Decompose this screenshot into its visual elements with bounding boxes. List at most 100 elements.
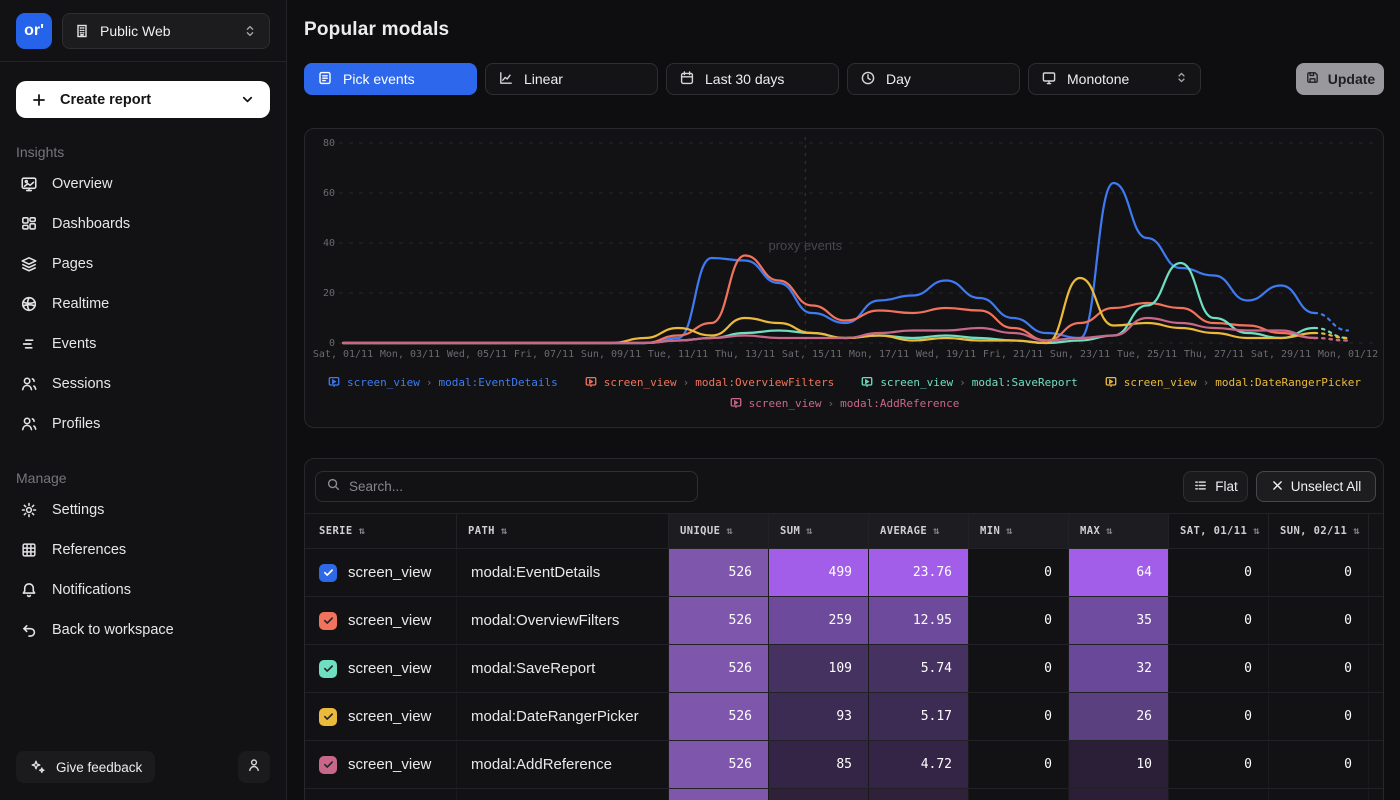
row-checkbox[interactable] <box>319 756 337 774</box>
column-header-min[interactable]: MIN⇅ <box>968 514 1068 548</box>
sun-cell: 0 <box>1268 597 1368 644</box>
sidebar-item-label: Sessions <box>52 376 111 392</box>
svg-text:proxy events: proxy events <box>768 238 842 253</box>
granularity-label: Day <box>886 71 911 87</box>
chevron-right-icon: › <box>426 376 433 389</box>
legend-event-label: screen_view <box>880 376 953 389</box>
search-box <box>315 471 698 502</box>
sidebar-item-label: Profiles <box>52 416 100 432</box>
section-title-insights: Insights <box>0 144 286 160</box>
sidebar-item-events[interactable]: Events <box>0 324 286 364</box>
column-header-sliver <box>1368 514 1384 548</box>
update-button[interactable]: Update <box>1296 63 1384 95</box>
gear-icon <box>20 501 38 519</box>
unselect-all-button[interactable]: Unselect All <box>1256 471 1376 502</box>
min-cell: 0 <box>968 549 1068 596</box>
column-header-max[interactable]: MAX⇅ <box>1068 514 1168 548</box>
sidebar-item-pages[interactable]: Pages <box>0 244 286 284</box>
column-header-sun-0211[interactable]: SUN, 02/11⇅ <box>1268 514 1368 548</box>
sidebar-item-realtime[interactable]: Realtime <box>0 284 286 324</box>
path-label: modal:SaveReport <box>471 660 595 677</box>
svg-text:Sat, 29/11: Sat, 29/11 <box>1251 349 1311 360</box>
svg-text:Wed, 19/11: Wed, 19/11 <box>916 349 976 360</box>
sidebar-item-back-to-workspace[interactable]: Back to workspace <box>0 610 286 650</box>
row-checkbox[interactable] <box>319 612 337 630</box>
interpolation-select[interactable]: Monotone <box>1028 63 1201 95</box>
chevron-updown-icon <box>1175 71 1188 87</box>
sidebar-item-references[interactable]: References <box>0 530 286 570</box>
users-icon <box>20 375 38 393</box>
sum-cell: 93 <box>768 693 868 740</box>
sidebar-item-sessions[interactable]: Sessions <box>0 364 286 404</box>
legend-item-date-ranger-picker[interactable]: screen_view›modal:DateRangerPicker <box>1104 375 1361 389</box>
screen-icon <box>729 396 743 410</box>
table-row[interactable]: screen_view modal:OverviewFilters 526 25… <box>305 597 1383 645</box>
svg-text:Mon, 01/12: Mon, 01/12 <box>1318 349 1378 360</box>
create-report-button[interactable]: Create report <box>16 81 270 118</box>
sat-cell: 0 <box>1168 741 1268 788</box>
column-header-path[interactable]: PATH⇅ <box>456 514 668 548</box>
row-checkbox[interactable] <box>319 708 337 726</box>
clock-icon <box>860 70 876 89</box>
table-row-partial <box>305 789 1383 800</box>
sidebar-item-label: Overview <box>52 176 112 192</box>
sun-cell: 0 <box>1268 549 1368 596</box>
column-header-unique[interactable]: UNIQUE⇅ <box>668 514 768 548</box>
unselect-all-label: Unselect All <box>1291 479 1362 494</box>
svg-text:Tue, 11/11: Tue, 11/11 <box>648 349 708 360</box>
section-title-manage: Manage <box>0 470 286 486</box>
granularity-select[interactable]: Day <box>847 63 1020 95</box>
user-menu-button[interactable] <box>238 751 270 783</box>
legend-modal-label: modal:EventDetails <box>439 376 558 389</box>
column-header-sat-0111[interactable]: SAT, 01/11⇅ <box>1168 514 1268 548</box>
sat-cell: 0 <box>1168 597 1268 644</box>
search-icon <box>326 477 341 497</box>
metrics-table-panel: Flat Unselect All SERIE⇅ PATH⇅ UNIQUE⇅ S… <box>304 458 1384 800</box>
events-icon <box>20 335 38 353</box>
give-feedback-button[interactable]: Give feedback <box>16 751 155 783</box>
svg-text:40: 40 <box>323 238 335 249</box>
sidebar-item-overview[interactable]: Overview <box>0 164 286 204</box>
average-cell: 5.17 <box>868 693 968 740</box>
chart-panel: 020406080Sat, 01/11Mon, 03/11Wed, 05/11F… <box>304 128 1384 428</box>
pick-events-button[interactable]: Pick events <box>304 63 477 95</box>
legend-item-add-reference[interactable]: screen_view›modal:AddReference <box>729 396 960 410</box>
search-input[interactable] <box>349 479 687 494</box>
line-chart-icon <box>498 70 514 89</box>
check-icon <box>323 711 334 722</box>
app-logo[interactable]: or' <box>16 13 52 49</box>
path-label: modal:EventDetails <box>471 564 600 581</box>
column-header-average[interactable]: AVERAGE⇅ <box>868 514 968 548</box>
serie-label: screen_view <box>348 612 431 629</box>
sidebar-item-settings[interactable]: Settings <box>0 490 286 530</box>
table-row[interactable]: screen_view modal:DateRangerPicker 526 9… <box>305 693 1383 741</box>
max-cell: 26 <box>1068 693 1168 740</box>
legend-event-label: screen_view <box>1124 376 1197 389</box>
table-row[interactable]: screen_view modal:EventDetails 526 499 2… <box>305 549 1383 597</box>
clipboard-list-icon <box>317 70 333 89</box>
globe-icon <box>20 295 38 313</box>
date-range-select[interactable]: Last 30 days <box>666 63 839 95</box>
flat-toggle-button[interactable]: Flat <box>1183 471 1248 502</box>
legend-item-overview-filters[interactable]: screen_view›modal:OverviewFilters <box>584 375 835 389</box>
column-header-sum[interactable]: SUM⇅ <box>768 514 868 548</box>
column-header-serie[interactable]: SERIE⇅ <box>305 514 456 548</box>
legend-item-event-details[interactable]: screen_view›modal:EventDetails <box>327 375 558 389</box>
row-checkbox[interactable] <box>319 660 337 678</box>
chart-type-select[interactable]: Linear <box>485 63 658 95</box>
chevron-down-icon <box>238 91 256 109</box>
average-cell: 5.74 <box>868 645 968 692</box>
sidebar-item-profiles[interactable]: Profiles <box>0 404 286 444</box>
workspace-selector[interactable]: Public Web <box>62 13 270 49</box>
svg-text:Fri, 21/11: Fri, 21/11 <box>983 349 1043 360</box>
unique-cell: 526 <box>668 645 768 692</box>
sidebar-item-dashboards[interactable]: Dashboards <box>0 204 286 244</box>
row-checkbox[interactable] <box>319 564 337 582</box>
check-icon <box>323 615 334 626</box>
table-row[interactable]: screen_view modal:SaveReport 526 109 5.7… <box>305 645 1383 693</box>
screen-icon <box>1104 375 1118 389</box>
table-row[interactable]: screen_view modal:AddReference 526 85 4.… <box>305 741 1383 789</box>
legend-item-save-report[interactable]: screen_view›modal:SaveReport <box>860 375 1077 389</box>
sidebar-item-notifications[interactable]: Notifications <box>0 570 286 610</box>
create-report-label: Create report <box>60 92 151 108</box>
